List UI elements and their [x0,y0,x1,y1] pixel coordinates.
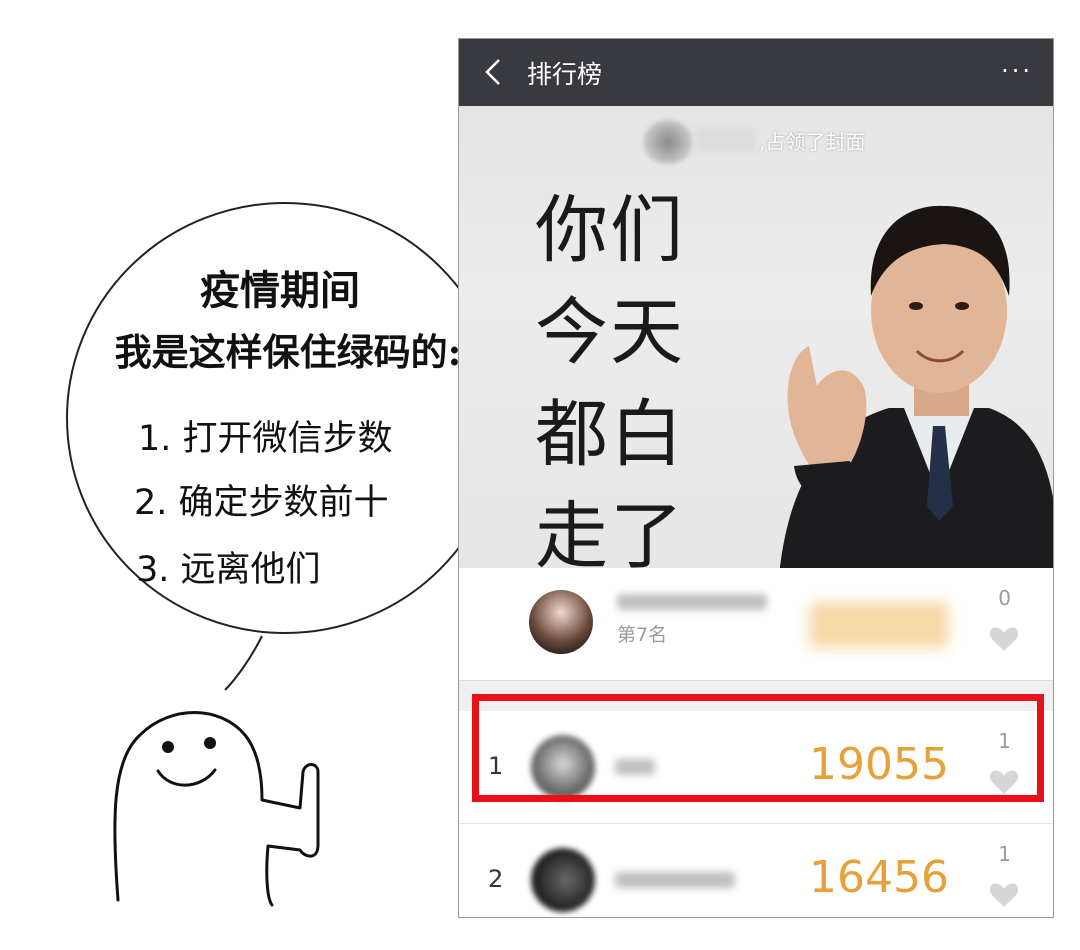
my-steps-blurred [809,602,949,648]
my-ranking-row[interactable]: 第7名 0 [459,568,1053,681]
bubble-title-line2: 我是这样保住绿码的: [114,330,462,374]
like-count: 1 [998,729,1011,753]
cover-owner-avatar [643,120,693,164]
wechat-ranking-screen: 排行榜 ··· ,占领了封面 你们 今天 都白 走了 第7名 0 1 19055… [458,38,1054,918]
rank-number: 1 [488,752,504,780]
heart-icon[interactable] [989,882,1019,908]
bubble-and-character-drawing [66,202,504,907]
my-like-count: 0 [998,586,1011,610]
heart-icon[interactable] [989,769,1019,795]
bubble-title-line1: 疫情期间 [200,267,360,314]
my-name-blurred [617,594,767,610]
step-count: 16456 [809,852,949,903]
user-name-blurred [615,872,735,888]
chevron-left-icon[interactable] [481,57,505,87]
user-name-blurred [615,759,655,775]
step-count: 19055 [809,739,949,790]
bubble-step-1: 1. 打开微信步数 [138,419,393,459]
cover-meme-text: 你们 今天 都白 走了 [535,188,685,568]
my-avatar [529,590,593,654]
cover-person-image [779,205,1053,568]
user-avatar [531,848,595,912]
ranking-row[interactable]: 2 16456 1 [459,824,1053,917]
cartoon-illustration: 疫情期间 我是这样保住绿码的: 1. 打开微信步数 2. 确定步数前十 3. 远… [0,0,504,946]
bubble-step-3: 3. 远离他们 [136,550,321,590]
ranking-row[interactable]: 1 19055 1 [459,711,1053,824]
cover-image: ,占领了封面 你们 今天 都白 走了 [459,106,1053,568]
my-rank-label: 第7名 [617,624,668,646]
page-title: 排行榜 [527,60,603,89]
heart-icon[interactable] [989,626,1019,652]
top-bar: 排行榜 ··· [459,39,1053,106]
more-dots-icon[interactable]: ··· [1001,57,1033,85]
rank-number: 2 [488,865,504,893]
list-separator [459,681,1053,711]
like-count: 1 [998,842,1011,866]
bubble-step-2: 2. 确定步数前十 [134,483,389,523]
user-avatar [531,735,595,799]
